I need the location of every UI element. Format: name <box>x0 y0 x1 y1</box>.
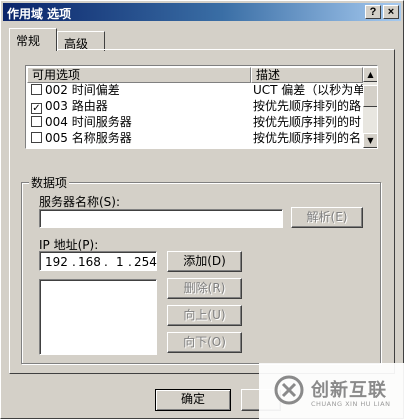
option-checkbox[interactable] <box>31 84 42 95</box>
window-title: 作用域 选项 <box>7 7 72 21</box>
option-checkbox-checked[interactable]: ✓ <box>31 103 42 114</box>
option-name: 004 时间服务器 <box>45 115 132 129</box>
watermark: 创新互联 CHUANG XIN HU LIAN <box>259 363 404 419</box>
column-header-options[interactable]: 可用选项 <box>27 67 251 83</box>
available-options-list[interactable]: 可用选项 描述 002 时间偏差 UCT 偏差（以秒为单位 ✓003 路由器 按… <box>25 65 378 149</box>
watermark-logo-icon <box>274 375 304 405</box>
list-item[interactable]: ✓ 003 路由器 按优先顺序排列的路 <box>27 99 363 114</box>
server-name-input[interactable] <box>39 209 283 228</box>
scope-options-dialog: 作用域 选项 ? × 常规 高级 可用选项 描述 002 时间偏差 UCT 偏差… <box>0 0 404 419</box>
column-header-description[interactable]: 描述 <box>251 67 363 83</box>
group-legend: 数据项 <box>29 174 70 191</box>
scroll-up-icon[interactable]: ▲ <box>363 67 377 82</box>
help-button[interactable]: ? <box>365 5 381 19</box>
ok-button[interactable]: 确定 <box>155 389 231 411</box>
option-name: 005 名称服务器 <box>45 131 132 145</box>
ip-address-input[interactable]: 192 . 168 . 1 . 254 <box>39 251 157 271</box>
watermark-subtitle: CHUANG XIN HU LIAN <box>311 400 391 408</box>
tab-advanced[interactable]: 高级 <box>57 31 105 51</box>
ip-octet-2: 168 <box>78 255 101 269</box>
resolve-button[interactable]: 解析(E) <box>291 207 363 228</box>
move-down-button[interactable]: 向下(O) <box>167 332 242 353</box>
close-button[interactable]: × <box>383 5 399 19</box>
option-description: 按优先顺序排列的路 <box>253 99 362 113</box>
ip-octet-3: 1 <box>116 255 124 269</box>
tab-general-label: 常规 <box>16 34 41 48</box>
watermark-name: 创新互联 <box>311 380 387 401</box>
tab-general[interactable]: 常规 <box>9 28 57 51</box>
option-checkbox[interactable] <box>31 116 42 127</box>
add-button[interactable]: 添加(D) <box>167 251 242 272</box>
list-item[interactable]: 004 时间服务器 按优先顺序排列的时 <box>27 115 363 130</box>
option-description: UCT 偏差（以秒为单位 <box>253 83 363 97</box>
list-header: 可用选项 描述 <box>27 67 363 83</box>
list-item[interactable]: 002 时间偏差 UCT 偏差（以秒为单位 <box>27 83 363 98</box>
list-scrollbar[interactable]: ▲ ▼ <box>363 67 377 148</box>
move-up-button[interactable]: 向上(U) <box>167 305 242 326</box>
title-bar[interactable]: 作用域 选项 ? × <box>3 3 401 21</box>
option-description: 按优先顺序排列的时 <box>253 115 362 129</box>
option-name: 003 路由器 <box>45 99 108 113</box>
option-checkbox[interactable] <box>31 132 42 143</box>
scroll-thumb[interactable] <box>363 85 377 107</box>
server-name-label: 服务器名称(S): <box>39 195 121 209</box>
option-description: 按优先顺序排列的名 <box>253 131 362 145</box>
ip-octet-1: 192 <box>45 255 68 269</box>
list-item[interactable]: 005 名称服务器 按优先顺序排列的名 <box>27 131 363 146</box>
ip-address-list[interactable] <box>39 279 157 355</box>
ip-octet-4: 254 <box>134 255 157 269</box>
scroll-down-icon[interactable]: ▼ <box>363 133 377 148</box>
option-name: 002 时间偏差 <box>45 83 120 97</box>
remove-button[interactable]: 删除(R) <box>167 278 242 299</box>
